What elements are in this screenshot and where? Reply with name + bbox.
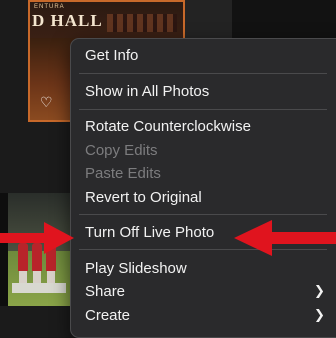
menu-item-paste-edits[interactable]: Paste Edits <box>85 163 161 185</box>
menu-item-rotate-counterclockwise[interactable]: Rotate Counterclockwise <box>85 116 251 138</box>
menu-item-play-slideshow[interactable]: Play Slideshow <box>85 258 187 280</box>
banner-decoration <box>107 14 177 32</box>
menu-item-copy-edits[interactable]: Copy Edits <box>85 140 158 162</box>
menu-item-get-info[interactable]: Get Info <box>85 45 138 67</box>
thumbnail-base <box>12 283 66 293</box>
chevron-right-icon: ❯ <box>314 308 325 323</box>
banner-small-text: ENTURA <box>34 4 65 10</box>
banner-big-text: D HALL <box>32 11 103 30</box>
annotation-arrow-left-pointing <box>234 220 336 256</box>
menu-separator <box>79 214 327 215</box>
annotation-arrow-right-pointing <box>0 222 74 254</box>
heart-outline-icon[interactable]: ♡ <box>40 96 53 110</box>
menu-separator <box>79 109 327 110</box>
menu-item-share[interactable]: Share <box>85 281 125 303</box>
menu-item-show-in-all-photos[interactable]: Show in All Photos <box>85 81 209 103</box>
menu-item-turn-off-live-photo[interactable]: Turn Off Live Photo <box>85 222 214 244</box>
context-menu: Get Info Show in All Photos Rotate Count… <box>70 38 336 338</box>
chevron-right-icon: ❯ <box>314 284 325 299</box>
menu-item-revert-to-original[interactable]: Revert to Original <box>85 187 202 209</box>
menu-item-create[interactable]: Create <box>85 305 130 327</box>
menu-separator <box>79 73 327 74</box>
thumbnail-banner: ENTURA D HALL <box>30 2 183 38</box>
